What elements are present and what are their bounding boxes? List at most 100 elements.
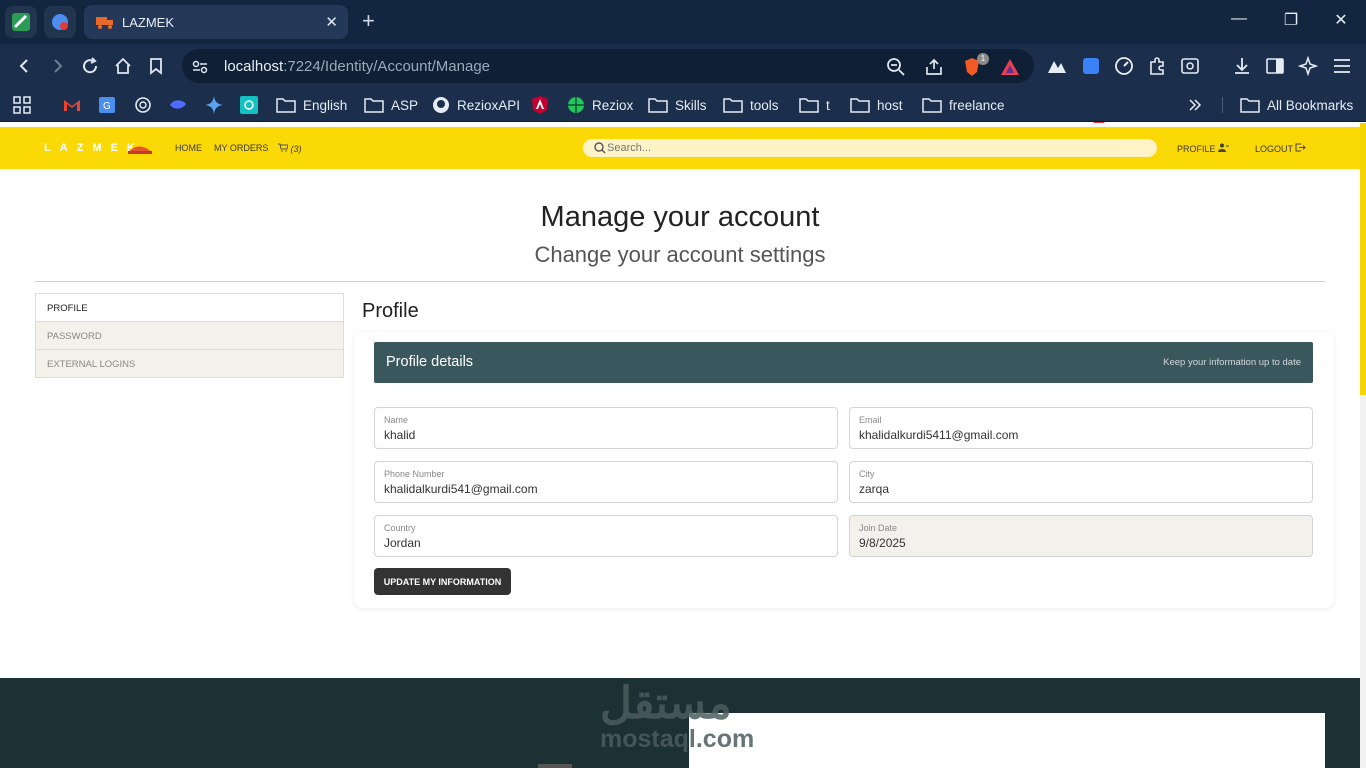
home-button[interactable] [111,54,135,78]
logout-label: LOGOUT [1255,144,1293,154]
close-window-button[interactable]: ✕ [1326,10,1356,30]
more-bookmarks-button[interactable] [1188,95,1209,115]
google-app-icon [52,14,68,30]
bookmark-icon [150,58,162,75]
account-sidebar: PROFILE PASSWORD EXTERNAL LOGINS [35,293,344,378]
field-label: Phone Number [384,469,445,479]
all-bookmarks-label: All Bookmarks [1267,97,1354,113]
reload-button[interactable] [78,54,102,78]
deepseek-icon[interactable] [168,95,188,115]
minimize-button[interactable]: — [1224,10,1254,28]
nav-logout[interactable]: LOGOUT [1255,143,1307,154]
sidebar-toggle-icon[interactable] [1265,56,1285,76]
folder-icon [276,98,296,113]
field-value[interactable]: khalidalkurdi5411@gmail.com [859,428,1018,442]
truck-logo-icon [128,146,152,154]
nav-profile[interactable]: PROFILE [1177,143,1230,154]
forward-arrow-icon [54,59,63,73]
scrollbar-thumb[interactable] [1360,123,1366,395]
page-scrollbar[interactable] [1360,123,1366,768]
bookmark-folder-english[interactable]: English [276,95,347,115]
reader-icon[interactable] [1180,56,1200,76]
bookmark-folder-host[interactable]: host [850,95,903,115]
maximize-button[interactable]: ❐ [1276,10,1306,30]
nav-my-orders[interactable]: MY ORDERS [214,143,268,153]
card-heading: Profile details [386,354,474,370]
address-bar[interactable]: localhost:7224/Identity/Account/Manage 1 [182,49,1034,83]
speedometer-icon[interactable] [1114,56,1134,76]
pinned-tab-app[interactable] [5,6,37,38]
sidebar-item-external-logins[interactable]: EXTERNAL LOGINS [35,349,344,378]
field-value[interactable]: khalid [384,428,415,442]
bookmark-label: host [877,97,903,113]
bookmarks-bar: G English ASP RezioxAPI Reziox Skills to… [0,88,1366,122]
phone-field[interactable]: Phone Number khalidalkurdi541@gmail.com [374,461,838,503]
extension-icon[interactable] [1081,56,1101,76]
bookmark-label: RezioxAPI [457,97,521,113]
country-field[interactable]: Country Jordan [374,515,838,557]
bookmark-label: t [826,97,830,113]
back-button[interactable] [13,54,37,78]
bookmark-rezioxapi[interactable]: RezioxAPI [432,95,520,115]
footer-bar [538,764,572,768]
url-text[interactable]: localhost:7224/Identity/Account/Manage [224,58,490,75]
field-value[interactable]: khalidalkurdi541@gmail.com [384,482,538,496]
bookmark-folder-tools[interactable]: tools [723,95,779,115]
gemini-icon[interactable] [204,95,224,115]
gmail-icon[interactable] [62,95,82,115]
site-search[interactable] [583,139,1157,157]
zoom-icon[interactable] [886,57,906,77]
share-icon[interactable] [924,57,944,77]
apps-grid-icon[interactable] [12,95,32,115]
search-icon [594,142,606,154]
bookmark-folder-t[interactable]: t [799,95,830,115]
home-icon [115,57,131,74]
github-icon [433,97,449,113]
page-subtitle: Change your account settings [534,242,826,267]
watermark-latin: mostaql.com [600,725,755,753]
web-page: LAZMEK HOME MY ORDERS (3) PROFILE LOGOUT… [0,123,1366,768]
field-value[interactable]: zarqa [859,482,889,496]
site-settings-icon[interactable] [190,57,210,77]
forward-button[interactable] [45,54,69,78]
bookmark-folder-skills[interactable]: Skills [648,95,707,115]
tab-lazmek[interactable]: LAZMEK ✕ [84,5,348,39]
leo-ai-icon[interactable] [1298,56,1318,76]
new-tab-button[interactable]: + [362,10,375,32]
bookmark-app-icon[interactable] [239,95,259,115]
menu-icon[interactable] [1332,56,1352,76]
update-info-button[interactable]: UPDATE MY INFORMATION [374,568,511,595]
sidebar-item-profile[interactable]: PROFILE [35,293,344,322]
field-value[interactable]: Jordan [384,536,421,550]
reload-icon [83,57,98,74]
tab-title: LAZMEK [122,14,175,30]
nav-cart[interactable]: (3) [278,143,302,154]
folder-icon [922,98,942,113]
search-input[interactable] [607,141,1147,155]
bookmark-page-button[interactable] [144,54,168,78]
field-label: Email [859,415,882,425]
email-field[interactable]: Email khalidalkurdi5411@gmail.com [849,407,1313,449]
all-bookmarks-button[interactable]: All Bookmarks [1240,95,1353,115]
bookmark-folder-asp[interactable]: ASP [364,95,418,115]
city-field[interactable]: City zarqa [849,461,1313,503]
close-tab-icon[interactable]: ✕ [325,13,338,31]
download-icon[interactable] [1232,56,1252,76]
back-arrow-icon [19,59,28,73]
svg-text:G: G [103,101,111,112]
puzzle-extensions-icon[interactable] [1147,56,1167,76]
brave-rewards-icon[interactable] [1000,57,1020,77]
sidebar-item-password[interactable]: PASSWORD [35,321,344,350]
google-translate-icon[interactable]: G [97,95,117,115]
chatgpt-icon[interactable] [133,95,153,115]
cart-icon [278,143,289,152]
nav-home[interactable]: HOME [175,143,202,153]
footer-panel [689,713,1325,768]
bookmark-reziox[interactable]: Reziox [567,95,633,115]
mountain-extension-icon[interactable] [1047,56,1067,76]
name-field[interactable]: Name khalid [374,407,838,449]
pinned-tab-app-2[interactable] [44,6,76,38]
card-header: Profile details Keep your information up… [374,342,1313,383]
angular-icon[interactable] [530,95,550,115]
bookmark-folder-freelance[interactable]: freelance [922,95,1005,115]
